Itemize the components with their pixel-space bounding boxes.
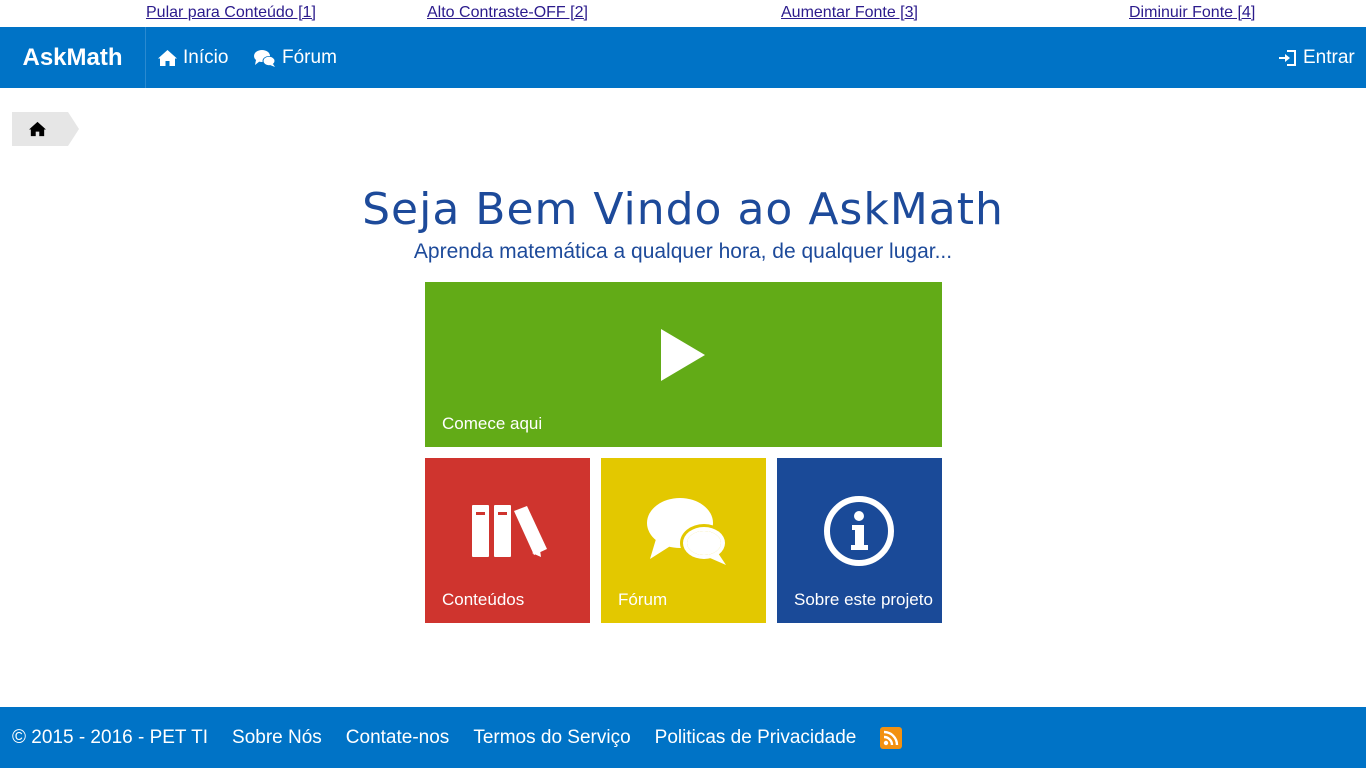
play-icon xyxy=(661,329,705,381)
footer-about-link[interactable]: Sobre Nós xyxy=(232,727,322,749)
about-tile[interactable]: Sobre este projeto xyxy=(777,458,942,623)
breadcrumb xyxy=(12,112,79,146)
chat-bubbles-icon xyxy=(254,49,276,67)
rss-icon[interactable] xyxy=(880,726,903,749)
home-icon xyxy=(158,49,177,66)
nav-home-label: Início xyxy=(183,46,229,68)
login-label: Entrar xyxy=(1303,46,1355,68)
books-icon xyxy=(472,505,547,557)
about-tile-label: Sobre este projeto xyxy=(794,590,933,609)
decrease-font-link[interactable]: Diminuir Fonte [4] xyxy=(1129,4,1255,22)
chat-bubbles-icon xyxy=(647,498,728,565)
info-icon xyxy=(824,496,894,566)
start-tile-label: Comece aqui xyxy=(442,414,543,433)
contents-tile[interactable]: Conteúdos xyxy=(425,458,590,623)
high-contrast-link[interactable]: Alto Contraste-OFF [2] xyxy=(427,4,588,22)
start-tile[interactable]: Comece aqui xyxy=(425,282,942,447)
forum-tile-label: Fórum xyxy=(618,590,668,609)
brand-logo[interactable]: AskMath xyxy=(0,27,146,88)
home-icon xyxy=(29,121,46,137)
top-navbar: AskMath Início Fórum Entrar xyxy=(0,27,1366,88)
accessibility-bar: Pular para Conteúdo [1] Alto Contraste-O… xyxy=(0,0,1366,27)
footer-privacy-link[interactable]: Politicas de Privacidade xyxy=(655,727,857,749)
login-button[interactable]: Entrar xyxy=(1278,27,1355,88)
page-title: Seja Bem Vindo ao AskMath xyxy=(362,184,1004,235)
increase-font-link[interactable]: Aumentar Fonte [3] xyxy=(781,4,918,22)
breadcrumb-home[interactable] xyxy=(12,112,68,146)
footer-contact-link[interactable]: Contate-nos xyxy=(346,727,450,749)
footer: © 2015 - 2016 - PET TI Sobre Nós Contate… xyxy=(0,707,1366,768)
page-subtitle: Aprenda matemática a qualquer hora, de q… xyxy=(413,240,953,263)
footer-copyright: © 2015 - 2016 - PET TI xyxy=(12,726,209,748)
skip-to-content-link[interactable]: Pular para Conteúdo [1] xyxy=(146,4,316,22)
nav-forum-label: Fórum xyxy=(282,46,337,68)
nav-forum[interactable]: Fórum xyxy=(253,27,337,88)
nav-home[interactable]: Início xyxy=(157,27,228,88)
breadcrumb-arrow xyxy=(68,112,79,146)
sign-in-icon xyxy=(1279,49,1296,66)
footer-terms-link[interactable]: Termos do Serviço xyxy=(473,727,630,749)
contents-tile-label: Conteúdos xyxy=(442,590,525,609)
forum-tile[interactable]: Fórum xyxy=(601,458,766,623)
